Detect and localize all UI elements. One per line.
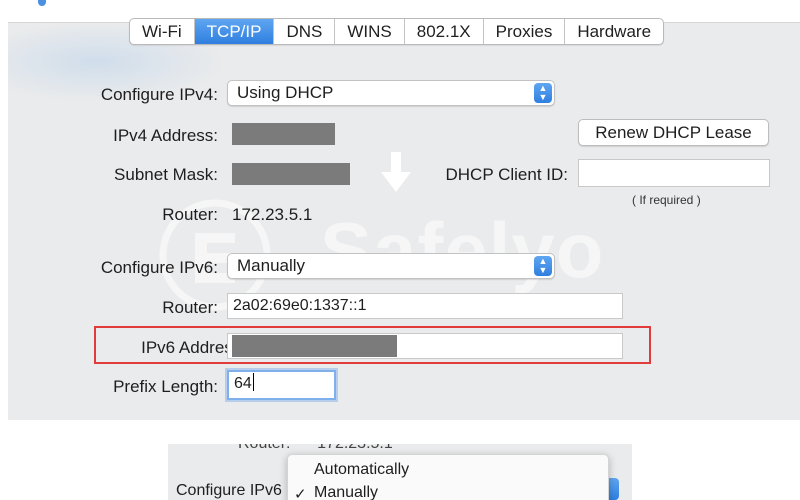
dhcp-client-id-label: DHCP Client ID: [445,165,569,184]
checkmark-icon: ✓ [294,486,307,500]
ipv4-address-label: IPv4 Address: [113,126,218,145]
tab-hardware[interactable]: Hardware [565,19,663,44]
ipv6-address-redacted [232,335,397,357]
configure-ipv6-popup[interactable]: Manually ▲ ▼ [227,253,555,279]
configure-ipv4-popup[interactable]: Using DHCP ▲ ▼ [227,80,555,106]
inset-router-faded: Router: 172.23.5.1 [238,444,393,453]
dhcp-client-id-field[interactable] [578,159,770,187]
tab-proxies[interactable]: Proxies [484,19,566,44]
configure-ipv6-label: Configure IPv6: [100,258,218,277]
inset-configure-ipv6-label: Configure IPv6 [176,482,282,499]
prefix-length-label: Prefix Length: [113,377,218,396]
subnet-mask-redacted [232,163,350,185]
configure-ipv6-menu: Automatically ✓ Manually [287,454,609,500]
tab-bar: Wi-Fi TCP/IP DNS WINS 802.1X Proxies Har… [129,18,665,45]
ipv4-router-label: Router: [162,205,218,224]
inset-router-value: 172.23.5.1 [317,444,393,452]
tab-wins[interactable]: WINS [335,19,405,44]
text-caret [252,373,254,391]
ipv6-router-label: Router: [162,298,218,317]
chevron-updown-icon: ▲ ▼ [534,256,552,276]
tab-dns[interactable]: DNS [274,19,336,44]
ipv6-address-field[interactable] [227,333,623,359]
ipv4-address-redacted [232,123,335,145]
client-id-hint: ( If required ) [632,193,701,207]
menu-item-manually[interactable]: Manually [314,484,378,500]
window-indicator [38,0,46,6]
inset-router-label: Router: [238,444,290,452]
renew-dhcp-lease-button[interactable]: Renew DHCP Lease [578,119,769,146]
subnet-mask-label: Subnet Mask: [114,165,218,184]
chevron-updown-icon: ▲ ▼ [534,83,552,103]
configure-ipv4-label: Configure IPv4: [100,85,218,104]
tab-tcpip[interactable]: TCP/IP [194,19,275,44]
tab-wifi[interactable]: Wi-Fi [130,19,195,44]
tab-8021x[interactable]: 802.1X [405,19,484,44]
prefix-length-field[interactable]: 64 [227,370,336,400]
prefix-length-value: 64 [234,375,252,392]
ipv6-router-field[interactable]: 2a02:69e0:1337::1 [227,293,623,319]
configure-ipv6-value: Manually [237,256,306,275]
ipv4-router-value: 172.23.5.1 [232,205,313,224]
configure-ipv4-value: Using DHCP [237,83,334,102]
down-arrow-icon [381,152,411,192]
menu-item-automatically[interactable]: Automatically [314,461,409,479]
